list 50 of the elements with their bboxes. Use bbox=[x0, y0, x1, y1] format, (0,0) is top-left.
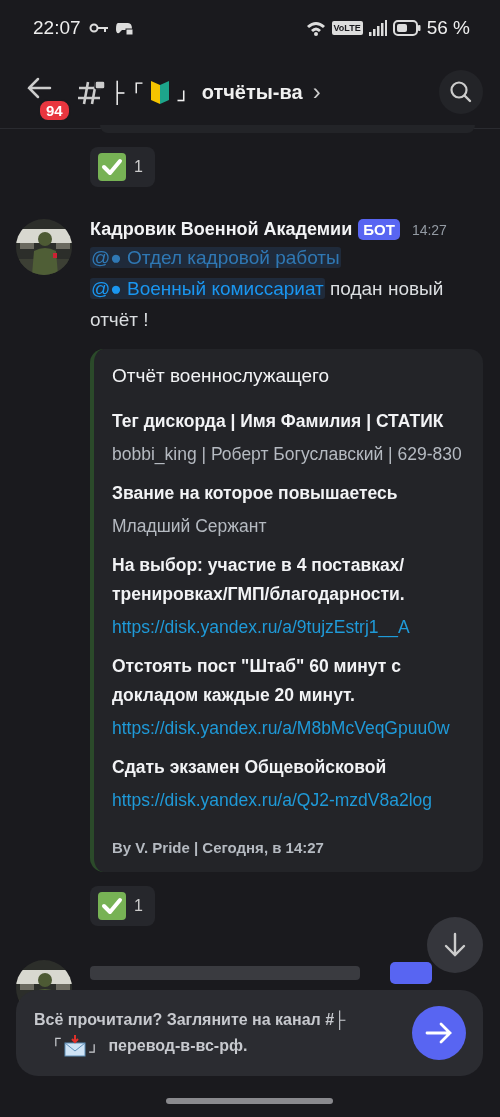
reaction-button[interactable]: 1 bbox=[90, 886, 155, 926]
bracket: 「 bbox=[46, 1036, 62, 1056]
channel-title[interactable]: ├「 」 отчёты-ва › bbox=[76, 78, 439, 106]
gamepad-icon bbox=[114, 21, 133, 35]
field-value: bobbi_king | Роберт Богуславский | 629-830 bbox=[112, 443, 463, 467]
network-badge: VoLTE bbox=[331, 21, 363, 35]
field-name: Звание на которое повышаетесь bbox=[112, 482, 399, 505]
message-text: @● Отдел кадровой работы @● Военный комиссариат подан новый отчёт ! bbox=[90, 246, 445, 332]
field-name: Отстоять пост "Штаб" 60 минут с докладом каждые 20 минут. bbox=[112, 655, 402, 707]
timestamp: 14:27 bbox=[411, 221, 447, 238]
notice-text: Всё прочитали? Загляните на канал #├ bbox=[34, 1009, 347, 1032]
battery-icon bbox=[392, 20, 421, 36]
clock: 22:07 bbox=[33, 17, 81, 39]
embed-title: Отчёт военнослужащего bbox=[112, 365, 331, 387]
bot-tag bbox=[390, 962, 432, 984]
check-icon bbox=[98, 153, 126, 181]
link[interactable]: https://disk.yandex.ru/a/M8bMcVeqGpuu0w bbox=[112, 714, 469, 743]
bot-tag: БОТ bbox=[358, 219, 400, 240]
mention-link[interactable]: @● Военный комиссариат bbox=[90, 278, 325, 299]
right-arrow-icon bbox=[425, 1022, 453, 1044]
wifi-icon bbox=[305, 20, 326, 36]
envelope-icon bbox=[64, 1035, 86, 1057]
field-name: На выбор: участие в 4 поставках/тренировках/ГМП/благодарности. bbox=[112, 554, 406, 606]
leaf-icon bbox=[149, 79, 172, 105]
link[interactable]: https://disk.yandex.ru/a/9tujzEstrj1__A bbox=[112, 613, 469, 642]
chevron: › bbox=[312, 78, 321, 106]
search-icon[interactable] bbox=[439, 70, 483, 114]
battery-level: 56 % bbox=[426, 17, 470, 39]
go-button[interactable] bbox=[412, 1006, 466, 1060]
channel-link[interactable]: 」 перевод-в-вс-рф. bbox=[88, 1033, 248, 1059]
reaction-count: 1 bbox=[134, 158, 143, 176]
back-button[interactable] bbox=[26, 77, 52, 99]
reaction-count: 1 bbox=[134, 897, 143, 915]
back-arrow-icon bbox=[26, 77, 52, 99]
unread-badge: 94 bbox=[38, 99, 71, 122]
channel-prefix: ├「 bbox=[110, 79, 145, 106]
check-icon bbox=[98, 892, 126, 920]
scroll-down-button[interactable] bbox=[427, 917, 483, 973]
field-name: Сдать экзамен Общевойсковой bbox=[112, 756, 388, 779]
embed-footer: By V. Pride | Сегодня, в 14:27 bbox=[112, 839, 469, 856]
locked-channel-icon bbox=[76, 78, 106, 106]
down-arrow-icon bbox=[443, 932, 467, 958]
signal-icon bbox=[368, 20, 387, 36]
author-name[interactable]: Кадровик Военной Академии bbox=[90, 219, 353, 240]
reaction-button[interactable]: 1 bbox=[90, 147, 155, 187]
field-name: Тег дискорда | Имя Фамилия | СТАТИК bbox=[112, 410, 445, 433]
channel-name: 」 отчёты-ва bbox=[176, 79, 303, 105]
link[interactable]: https://disk.yandex.ru/a/QJ2-mzdV8a2log bbox=[112, 786, 469, 815]
field-value: Младший Сержант bbox=[112, 515, 268, 538]
key-icon bbox=[88, 22, 109, 34]
